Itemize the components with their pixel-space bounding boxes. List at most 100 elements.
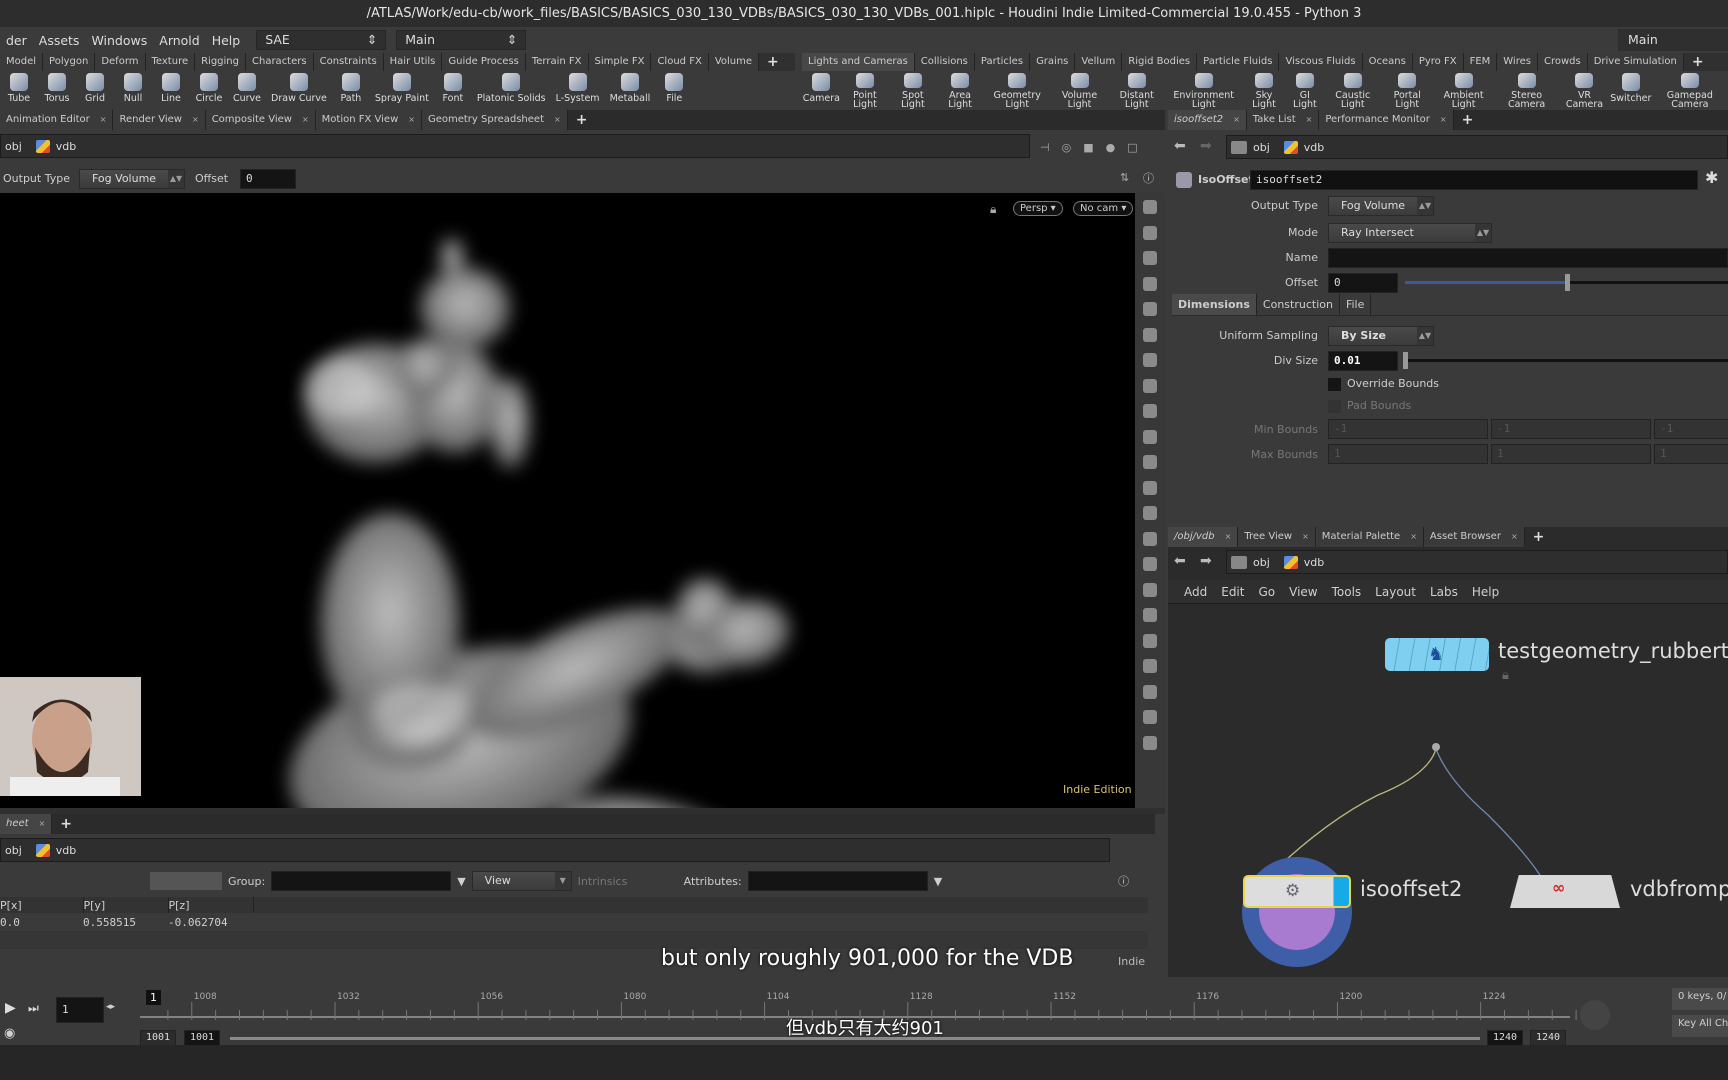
net-menu-labs[interactable]: Labs xyxy=(1430,585,1458,599)
desktop-selector[interactable]: SAE ⇕ xyxy=(256,30,387,50)
tab-geometry-spreadsheet[interactable]: Geometry Spreadsheet × xyxy=(421,110,568,130)
shelf-tab-pyro-fx[interactable]: Pyro FX xyxy=(1412,53,1464,71)
tool-area-light[interactable]: Area Light xyxy=(936,71,983,109)
close-icon[interactable]: × xyxy=(39,819,46,828)
net-menu-tools[interactable]: Tools xyxy=(1332,585,1362,599)
lock-camera-icon[interactable]: 🔒︎ xyxy=(990,202,996,217)
tab-isooffset2[interactable]: isooffset2 × xyxy=(1168,110,1247,130)
play-icon[interactable]: ▶ xyxy=(5,1000,16,1016)
gear-icon[interactable]: ✱ xyxy=(1705,168,1718,187)
link-icon[interactable]: ◎ xyxy=(1062,141,1072,154)
close-icon[interactable]: × xyxy=(1410,532,1417,541)
tool-spray-paint[interactable]: Spray Paint xyxy=(370,71,434,109)
tool-circle[interactable]: Circle xyxy=(190,71,228,109)
shelf-tab-terrain-fx[interactable]: Terrain FX xyxy=(525,53,589,71)
tool-switcher[interactable]: Switcher xyxy=(1610,71,1652,109)
viewer-path-bar[interactable]: obj vdb xyxy=(0,134,1030,158)
back-arrow-icon[interactable]: ⬅ xyxy=(1174,138,1186,154)
output-connector[interactable] xyxy=(1432,743,1440,751)
close-icon[interactable]: × xyxy=(192,115,199,124)
add-tab-button[interactable]: + xyxy=(1525,528,1553,546)
shelf-tab-volume[interactable]: Volume xyxy=(708,53,760,71)
div-size-slider[interactable] xyxy=(1403,352,1728,369)
audio-scrub-icon[interactable] xyxy=(1580,1000,1610,1030)
offset-field[interactable]: 0 xyxy=(1328,273,1398,293)
tool-torus[interactable]: Torus xyxy=(38,71,76,109)
node-isooffset2[interactable]: ⚙ xyxy=(1243,875,1351,908)
shelf-tab-characters[interactable]: Characters xyxy=(246,53,314,71)
tool-vr-camera[interactable]: VR Camera xyxy=(1559,71,1610,109)
shelf-tab-particles[interactable]: Particles xyxy=(974,53,1031,71)
network-path-bar[interactable]: obj vdb xyxy=(1226,550,1728,574)
shelf-tab-texture[interactable]: Texture xyxy=(145,53,196,71)
tab-tree-view[interactable]: Tree View × xyxy=(1238,527,1316,547)
close-icon[interactable]: × xyxy=(1225,532,1232,541)
playback-end-field[interactable]: 1240 xyxy=(1487,1030,1523,1046)
path-vdb[interactable]: vdb xyxy=(1280,555,1334,569)
tool-tube[interactable]: Tube xyxy=(0,71,38,109)
shelf-tab-model[interactable]: Model xyxy=(0,53,44,71)
filter-icon[interactable]: ▼ xyxy=(457,875,465,888)
back-arrow-icon[interactable]: ⬅ xyxy=(1174,553,1186,569)
menu-assets[interactable]: Assets xyxy=(33,33,86,48)
help-icon[interactable]: ⓘ xyxy=(1118,873,1129,889)
node-name-field[interactable]: isooffset2 xyxy=(1250,170,1698,190)
attributes-field[interactable] xyxy=(747,871,928,891)
path-obj[interactable]: obj xyxy=(1,844,32,857)
tool-spot-light[interactable]: Spot Light xyxy=(889,71,936,109)
tool-curve[interactable]: Curve xyxy=(228,71,266,109)
playback-start-field[interactable]: 1001 xyxy=(184,1030,220,1046)
display-option-icon[interactable] xyxy=(1143,302,1157,316)
menu-help[interactable]: Help xyxy=(206,33,247,48)
tool-gi-light[interactable]: GI Light xyxy=(1286,71,1324,109)
min-bounds-field[interactable]: -1 xyxy=(1491,419,1651,439)
tab-construction[interactable]: Construction xyxy=(1256,294,1340,315)
display-option-icon[interactable] xyxy=(1143,633,1157,648)
spreadsheet-path-bar[interactable]: obj vdb xyxy=(0,838,1110,862)
jump-end-icon[interactable]: ⏭ xyxy=(28,1001,39,1016)
display-option-icon[interactable] xyxy=(1143,200,1157,214)
tool-null[interactable]: Null xyxy=(114,71,152,109)
tab-asset-browser[interactable]: Asset Browser × xyxy=(1423,527,1525,547)
max-bounds-field[interactable]: 1 xyxy=(1491,444,1651,464)
max-bounds-field[interactable]: 1 xyxy=(1328,444,1488,464)
menu-der[interactable]: der xyxy=(0,33,33,48)
close-icon[interactable]: × xyxy=(1306,115,1313,124)
intrinsics-dropdown[interactable]: Intrinsics xyxy=(578,875,678,888)
shelf-tab-guide-process[interactable]: Guide Process xyxy=(442,53,526,71)
display-option-icon[interactable] xyxy=(1143,480,1157,495)
display-option-icon[interactable] xyxy=(1143,684,1157,699)
tab-performance-monitor[interactable]: Performance Monitor × xyxy=(1319,110,1454,130)
tool-l-system[interactable]: L-System xyxy=(551,71,605,109)
tool-caustic-light[interactable]: Caustic Light xyxy=(1324,71,1381,109)
tab-animation-editor[interactable]: Animation Editor × xyxy=(0,110,114,130)
tab-motion-fx-view[interactable]: Motion FX View × xyxy=(315,110,422,130)
network-graph[interactable]: ♞ testgeometry_rubbertoy 🔒︎ ⚙ isooffset2… xyxy=(1168,605,1728,977)
path-obj[interactable]: obj xyxy=(1,140,32,153)
tool-distant-light[interactable]: Distant Light xyxy=(1108,71,1165,109)
help-icon[interactable]: ⓘ xyxy=(1143,170,1154,186)
tab-dimensions[interactable]: Dimensions xyxy=(1172,294,1257,315)
display-option-icon[interactable] xyxy=(1143,557,1157,571)
range-start-field[interactable]: 1001 xyxy=(140,1030,176,1046)
shelf-tab-lights-and-cameras[interactable]: Lights and Cameras xyxy=(802,53,915,71)
shelf-tab-rigging[interactable]: Rigging xyxy=(195,53,246,71)
path-vdb[interactable]: vdb xyxy=(32,843,86,857)
mode-dropdown[interactable]: Ray Intersect ▲▼ xyxy=(1328,223,1492,243)
attribute-class-buttons[interactable] xyxy=(150,872,222,890)
snapshot-icon[interactable]: □ xyxy=(1127,141,1137,154)
camera-menu[interactable]: No cam ▾ xyxy=(1073,201,1134,216)
add-tab-button[interactable]: + xyxy=(52,815,80,833)
override-bounds-checkbox[interactable] xyxy=(1328,378,1341,391)
shelf-tab-polygon[interactable]: Polygon xyxy=(43,53,96,71)
display-option-icon[interactable] xyxy=(1143,327,1157,342)
display-option-icon[interactable] xyxy=(1143,608,1157,622)
column-header[interactable]: P[x] xyxy=(0,897,84,913)
close-icon[interactable]: × xyxy=(554,115,561,124)
tab-material-palette[interactable]: Material Palette × xyxy=(1315,527,1424,547)
tool-font[interactable]: Font xyxy=(434,71,472,109)
node-vdbfrompolygons[interactable]: ∞ xyxy=(1510,875,1620,908)
shelf-tab-rigid-bodies[interactable]: Rigid Bodies xyxy=(1122,53,1198,71)
column-header[interactable]: P[z] xyxy=(168,897,254,913)
shading-icon[interactable]: ● xyxy=(1106,141,1116,154)
